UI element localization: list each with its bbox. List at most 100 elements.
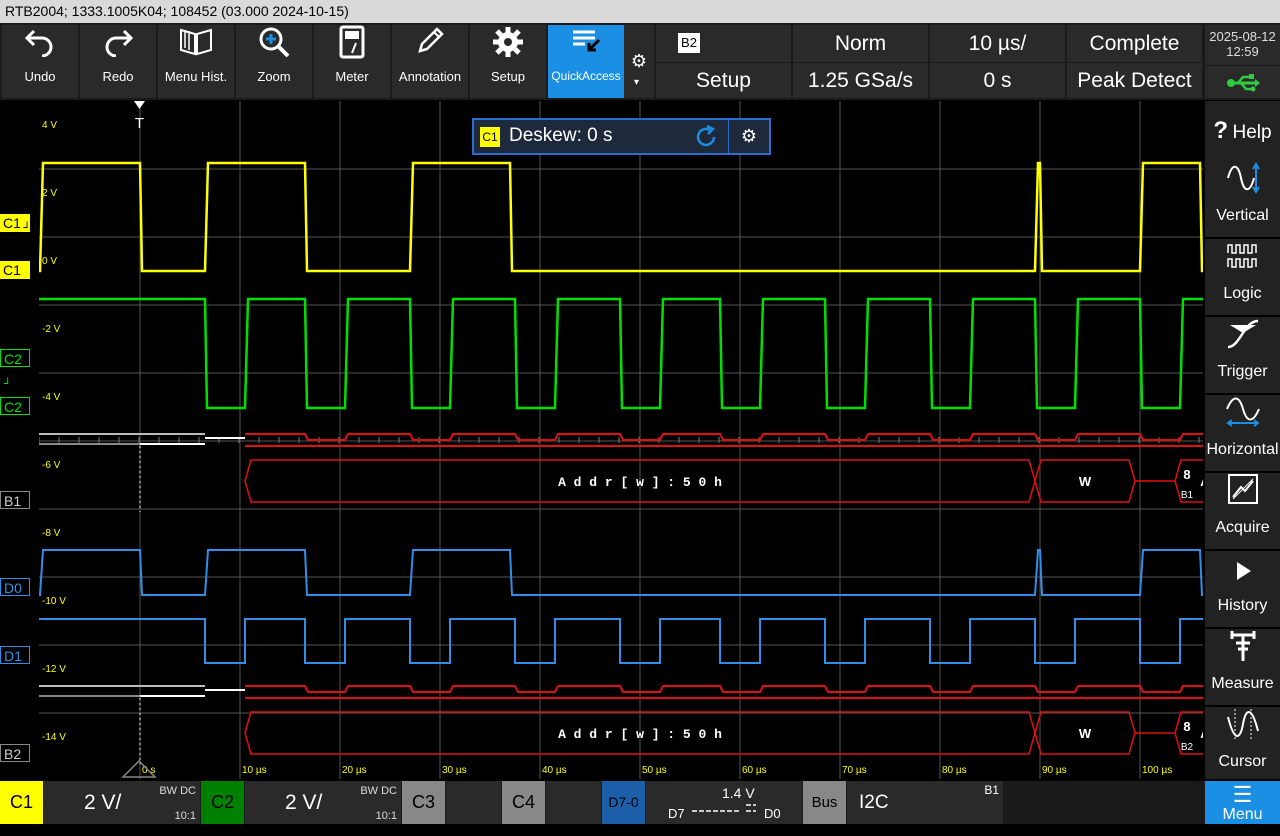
c4-panel[interactable] <box>546 781 601 824</box>
bus-tab[interactable]: Bus <box>803 781 846 824</box>
meter-button[interactable]: Meter <box>314 25 390 98</box>
d1-marker[interactable]: D1 <box>0 646 30 664</box>
acquisition-status[interactable]: Complete <box>1067 25 1202 62</box>
digital-tab[interactable]: D7-0 <box>602 781 645 824</box>
menu-hist-label: Menu Hist. <box>164 69 228 84</box>
c2-scale-panel[interactable]: 2 V/ BW DC 10:1 <box>245 781 401 824</box>
measure-button[interactable]: Measure <box>1205 629 1280 707</box>
setup-label: Setup <box>491 69 525 84</box>
annotation-button[interactable]: Annotation <box>392 25 468 98</box>
title-bar: RTB2004; 1333.1005K04; 108452 (03.000 20… <box>0 0 1280 23</box>
horizontal-label: Horizontal <box>1206 441 1279 458</box>
setup-button[interactable]: Setup <box>470 25 546 98</box>
acquire-icon <box>1205 473 1280 519</box>
b1-marker[interactable]: B1 <box>0 491 30 509</box>
c1-bandwidth: BW DC <box>159 785 196 797</box>
cursor-label: Cursor <box>1218 753 1267 770</box>
c2-offset-marker[interactable]: C2 <box>0 397 30 415</box>
small-gear-icon: ⚙ <box>630 51 648 71</box>
x-axis-label: 100 µs <box>1142 765 1172 776</box>
digital-d0-label: D0 <box>764 806 781 821</box>
c1-scale-panel[interactable]: 2 V/ BW DC 10:1 <box>44 781 200 824</box>
bus-rw-text: W <box>1079 726 1092 741</box>
x-axis-label: 20 µs <box>342 765 367 776</box>
c2-probe-ratio: 10:1 <box>375 810 397 822</box>
c4-tab[interactable]: C4 <box>502 781 545 824</box>
horizontal-button[interactable]: Horizontal <box>1205 395 1280 473</box>
reset-icon[interactable] <box>694 124 718 155</box>
menu-button[interactable]: ☰ Menu <box>1205 781 1280 824</box>
bus-lane-tag: B2 <box>1181 742 1194 753</box>
deskew-value[interactable]: Deskew: 0 s <box>509 125 612 147</box>
bus-protocol: I2C <box>859 792 889 813</box>
x-axis-label: 80 µs <box>942 765 967 776</box>
x-axis-label: 30 µs <box>442 765 467 776</box>
bus-panel[interactable]: I2C B1 <box>847 781 1003 824</box>
vertical-icon <box>1205 161 1280 207</box>
trigger-label: Trigger <box>1217 363 1268 380</box>
undo-button[interactable]: Undo <box>2 25 78 98</box>
cursor-button[interactable]: Cursor <box>1205 707 1280 781</box>
annotation-label: Annotation <box>398 69 462 84</box>
bus-badge: B2 <box>678 33 700 53</box>
horizontal-position[interactable]: 0 s <box>930 63 1065 98</box>
digital-d7-label: D7 <box>668 806 685 821</box>
quickaccess-button[interactable]: QuickAccess <box>548 25 624 98</box>
zoom-button[interactable]: Zoom <box>236 25 312 98</box>
chevron-down-icon: ▾ <box>634 77 640 88</box>
redo-button[interactable]: Redo <box>80 25 156 98</box>
logic-button[interactable]: Logic <box>1205 239 1280 317</box>
deskew-gear-icon[interactable]: ⚙ <box>728 120 769 153</box>
digital-panel[interactable]: 1.4 V D7 D0 <box>646 781 802 824</box>
b2-marker[interactable]: B2 <box>0 744 30 762</box>
quickaccess-icon <box>548 25 624 69</box>
zoom-label: Zoom <box>257 69 291 84</box>
bus-addr-text: A d d r [ w ] : 5 0 h <box>558 727 722 742</box>
setup-status[interactable]: Setup <box>656 63 791 98</box>
y-axis-label: -2 V <box>42 324 61 335</box>
y-axis-label: -10 V <box>42 596 66 607</box>
logic-icon <box>1205 239 1280 285</box>
book-icon <box>158 25 234 69</box>
c2-tab[interactable]: C2 <box>201 781 244 824</box>
sample-rate[interactable]: 1.25 GSa/s <box>793 63 928 98</box>
title-text: RTB2004; 1333.1005K04; 108452 (03.000 20… <box>5 3 349 19</box>
history-button[interactable]: History <box>1205 551 1280 629</box>
history-label: History <box>1217 597 1268 614</box>
bus-lane-tag: B1 <box>1181 490 1194 501</box>
deskew-channel-badge: C1 <box>480 127 500 147</box>
bus-selector[interactable]: B2 <box>656 25 791 62</box>
timebase[interactable]: 10 µs/ <box>930 25 1065 62</box>
bus-addr-text: A d d r [ w ] : 5 0 h <box>558 475 722 490</box>
c3-tab[interactable]: C3 <box>402 781 445 824</box>
x-axis-label: 40 µs <box>542 765 567 776</box>
waveform-display[interactable]: 4 V 2 V 0 V -2 V -4 V -6 V -8 V -10 V -12 V -14 V… <box>39 101 1203 779</box>
c1-tab[interactable]: C1 <box>0 781 43 824</box>
d0-marker[interactable]: D0 <box>0 578 30 596</box>
c1-offset-marker[interactable]: C1 <box>0 261 30 279</box>
c2-scale: 2 V/ <box>285 791 323 814</box>
c2-trigger-level-marker[interactable]: C2 ⅃ <box>0 349 30 386</box>
menu-hist-button[interactable]: Menu Hist. <box>158 25 234 98</box>
zoom-icon <box>236 25 312 69</box>
undo-label: Undo <box>24 69 56 84</box>
c3-panel[interactable] <box>446 781 501 824</box>
cursor-icon <box>1205 707 1280 753</box>
redo-label: Redo <box>102 69 134 84</box>
acquire-button[interactable]: Acquire <box>1205 473 1280 551</box>
date-text: 2025-08-12 <box>1209 29 1276 44</box>
play-icon <box>1205 551 1280 597</box>
trigger-mode[interactable]: Norm <box>793 25 928 62</box>
trigger-button[interactable]: Trigger <box>1205 317 1280 395</box>
bus-next-text: 8 <box>1183 719 1190 734</box>
y-axis-label: 2 V <box>42 188 57 199</box>
c1-trigger-level-marker[interactable]: C1 ⅃ <box>0 214 30 232</box>
undo-icon <box>2 25 78 69</box>
acquisition-mode[interactable]: Peak Detect <box>1067 63 1202 98</box>
bus-ack-text: A <box>1200 726 1203 741</box>
x-axis-label: 90 µs <box>1042 765 1067 776</box>
deskew-popup[interactable]: C1 Deskew: 0 s ⚙ <box>472 118 771 155</box>
quickaccess-settings-button[interactable]: ⚙ ▾ <box>624 25 654 98</box>
y-axis-label: -8 V <box>42 528 61 539</box>
vertical-button[interactable]: Vertical <box>1205 161 1280 239</box>
